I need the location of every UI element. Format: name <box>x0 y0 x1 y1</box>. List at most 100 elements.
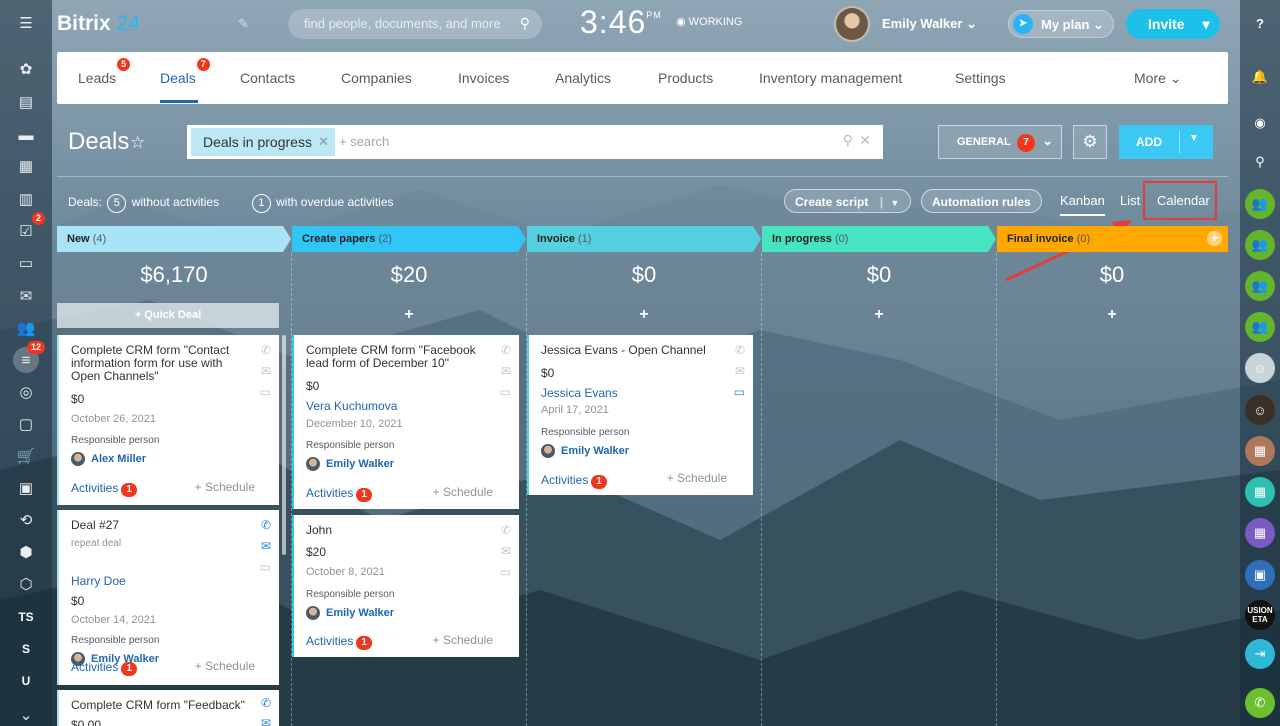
search-icon[interactable]: ⚲ <box>843 132 853 149</box>
phone-icon[interactable]: ✆ <box>501 523 511 537</box>
phone-icon[interactable]: ✆ <box>735 343 745 357</box>
chat-icon[interactable]: ▭ <box>500 565 511 579</box>
mail-icon[interactable]: ✉ <box>501 364 511 378</box>
activities-link[interactable]: Activities 1 <box>306 634 372 650</box>
inventory-icon[interactable]: ⬢ <box>13 539 39 565</box>
search-icon[interactable]: ⚲ <box>520 15 530 32</box>
activities-link[interactable]: Activities 1 <box>71 660 137 676</box>
chevron-down-icon[interactable]: ▼ <box>890 198 899 208</box>
stage-in-progress[interactable]: In progress (0) <box>762 226 996 252</box>
activities-link[interactable]: Activities 1 <box>541 473 607 489</box>
deal-contact[interactable]: Vera Kuchumova <box>306 399 397 413</box>
pipeline-selector[interactable]: GENERAL 7 ⌄ <box>938 125 1062 159</box>
calendar-chat-icon[interactable]: ▦ <box>1245 518 1275 548</box>
calendar-icon[interactable]: ▦ <box>13 153 39 179</box>
sites-icon[interactable]: ▢ <box>13 411 39 437</box>
group-chat-icon[interactable]: 👥 <box>1245 189 1275 219</box>
crm-icon[interactable]: ≡ 12 <box>13 341 45 373</box>
add-button[interactable]: ADD ▼ <box>1119 125 1213 159</box>
mail-icon[interactable]: ✉ <box>261 716 271 726</box>
stage-invoice[interactable]: Invoice (1) <box>527 226 761 252</box>
view-list[interactable]: List <box>1120 193 1140 208</box>
chat-icon[interactable]: ▬ <box>13 122 39 148</box>
deal-card[interactable]: Jessica Evans - Open Channel ✆ ✉ ▭ $0 Je… <box>527 335 753 495</box>
deal-card[interactable]: Complete CRM form "Facebook lead form of… <box>292 335 519 509</box>
without-activities-count[interactable]: 5 <box>107 194 127 213</box>
calendar-chat-icon[interactable]: ▦ <box>1245 477 1275 507</box>
ts-app-icon[interactable]: TS <box>13 604 39 630</box>
tab-leads[interactable]: Leads 5 <box>78 58 131 86</box>
exit-icon[interactable]: ⇥ <box>1245 639 1275 669</box>
fusion-beta-icon[interactable]: USION ETA <box>1245 600 1275 630</box>
invite-button[interactable]: Invite ▾ <box>1126 9 1220 39</box>
chat-icon[interactable]: ▭ <box>734 385 745 399</box>
tab-companies[interactable]: Companies <box>341 70 412 86</box>
add-deal-plus[interactable]: + <box>527 306 761 324</box>
s-app-icon[interactable]: S <box>13 636 39 662</box>
phone-icon[interactable]: ✆ <box>501 343 511 357</box>
messenger-icon[interactable]: ◉ <box>1245 108 1275 138</box>
group-chat-icon[interactable]: 👥 <box>1245 230 1275 260</box>
working-status[interactable]: ◉ WORKING <box>676 15 742 28</box>
deal-title[interactable]: Complete CRM form "Facebook lead form of… <box>306 344 486 370</box>
tab-analytics[interactable]: Analytics <box>555 70 611 86</box>
column-scrollbar[interactable] <box>282 335 286 555</box>
user-avatar-icon[interactable]: ☺ <box>1245 395 1275 425</box>
filter-search-input[interactable]: Deals in progress ✕ + search ⚲ ✕ <box>187 125 883 159</box>
phone-icon[interactable]: ✆ <box>261 696 271 710</box>
chat-icon[interactable]: ▭ <box>260 385 271 399</box>
deal-title[interactable]: John <box>306 524 486 537</box>
tab-contacts[interactable]: Contacts <box>240 70 295 86</box>
activities-link[interactable]: Activities 1 <box>306 486 372 502</box>
responsible-person[interactable]: Emily Walker <box>306 606 394 620</box>
deal-card[interactable]: Deal #27 ✆ ✉ ▭ repeat deal Harry Doe $0 … <box>57 510 279 685</box>
add-deal-plus[interactable]: + <box>995 306 1229 324</box>
mail-icon[interactable]: ✉ <box>261 364 271 378</box>
view-kanban[interactable]: Kanban <box>1060 193 1105 216</box>
add-deal-plus[interactable]: + <box>762 306 996 324</box>
expand-menu-icon[interactable]: ⌄ <box>13 702 39 726</box>
settings-button[interactable]: ⚙ <box>1073 125 1107 159</box>
tab-products[interactable]: Products <box>658 70 713 86</box>
my-plan-button[interactable]: ➤ My plan ⌄ <box>1008 10 1114 38</box>
help-icon[interactable]: ? <box>1245 8 1275 38</box>
tab-more[interactable]: More ⌄ <box>1134 70 1182 87</box>
schedule-link[interactable]: + Schedule <box>195 480 255 494</box>
sync-icon[interactable]: ⟲ <box>13 507 39 533</box>
chat-icon[interactable]: ▭ <box>500 385 511 399</box>
support-chat-icon[interactable]: ▣ <box>1245 560 1275 590</box>
pencil-icon[interactable]: ✎ <box>238 16 249 32</box>
groups-icon[interactable]: 👥 <box>13 315 39 341</box>
mail-icon[interactable]: ✉ <box>261 539 271 553</box>
add-deal-plus[interactable]: + <box>292 306 526 324</box>
notifications-icon[interactable]: 🔔 <box>1245 62 1275 92</box>
chevron-down-icon[interactable]: ▼ <box>1189 133 1199 144</box>
automation-rules-button[interactable]: Automation rules <box>921 189 1042 213</box>
mail-icon[interactable]: ✉ <box>735 364 745 378</box>
contact-center-icon[interactable]: ▣ <box>13 475 39 501</box>
search-icon[interactable]: ⚲ <box>1245 147 1275 177</box>
deal-card[interactable]: Complete CRM form "Contact information f… <box>57 335 279 505</box>
cart-icon[interactable]: 🛒 <box>13 443 39 469</box>
bitrix-logo[interactable]: Bitrix 24 <box>57 12 140 36</box>
tab-settings[interactable]: Settings <box>955 70 1006 86</box>
tab-deals[interactable]: Deals 7 <box>160 58 210 86</box>
deal-title[interactable]: Complete CRM form "Feedback" <box>71 699 251 712</box>
phone-icon[interactable]: ✆ <box>261 518 271 532</box>
mail-icon[interactable]: ✉ <box>501 544 511 558</box>
tab-inventory-management[interactable]: Inventory management <box>759 70 902 86</box>
stage-create-papers[interactable]: Create papers (2) <box>292 226 526 252</box>
news-icon[interactable]: ▤ <box>13 89 39 115</box>
phone-icon[interactable]: ✆ <box>261 343 271 357</box>
phone-icon[interactable]: ✆ <box>1245 688 1275 718</box>
deal-title[interactable]: Jessica Evans - Open Channel <box>541 344 721 357</box>
calendar-chat-icon[interactable]: ▦ <box>1245 436 1275 466</box>
deal-contact[interactable]: Harry Doe <box>71 574 126 588</box>
activities-link[interactable]: Activities 1 <box>71 481 137 497</box>
tab-invoices[interactable]: Invoices <box>458 70 509 86</box>
deal-card[interactable]: Complete CRM form "Feedback" ✆ ✉ $0 00 <box>57 690 279 726</box>
responsible-person[interactable]: Alex Miller <box>71 452 146 466</box>
stage-new[interactable]: New (4) <box>57 226 291 252</box>
user-avatar-icon[interactable]: ☺ <box>1245 353 1275 383</box>
close-icon[interactable]: ✕ <box>318 134 329 150</box>
